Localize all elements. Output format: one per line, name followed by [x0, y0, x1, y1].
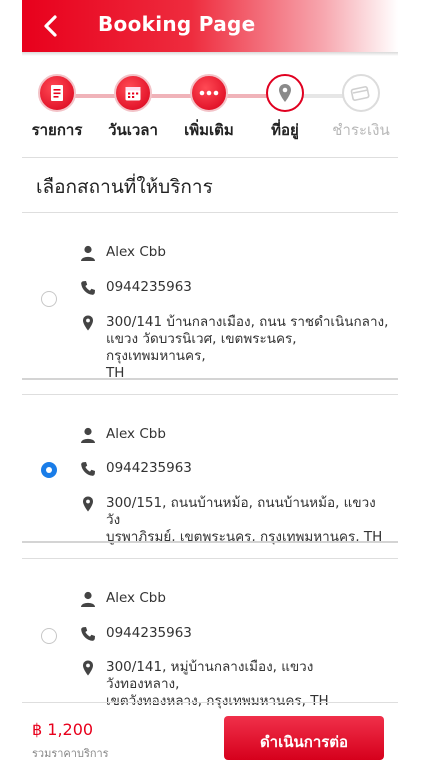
section-title: เลือกสถานที่ให้บริการ: [36, 176, 213, 198]
divider: [22, 394, 398, 395]
person-icon: [81, 591, 95, 607]
contact-name: Alex Cbb: [106, 244, 166, 260]
address-line: แขวง วัดบวรนิเวศ, เขตพระนคร, กรุงเทพมหาน…: [106, 331, 297, 364]
location-pin-icon: [83, 496, 93, 512]
divider: [22, 157, 398, 158]
contact-phone: 0944235963: [106, 625, 192, 641]
bottom-bar: ฿ 1,200 รวมราคาบริการ ดำเนินการต่อ: [22, 708, 398, 760]
more-icon: [190, 74, 228, 112]
contact-phone: 0944235963: [106, 279, 192, 295]
address-line: บูรพาภิรมย์, เขตพระนคร, กรุงเทพมหานคร, T…: [106, 529, 383, 545]
calendar-icon: [114, 74, 152, 112]
address-radio-selected[interactable]: [41, 462, 57, 478]
contact-phone: 0944235963: [106, 460, 192, 476]
card-separator: [22, 378, 398, 380]
location-pin-icon: [266, 74, 304, 112]
step-label: ชำระเงิน: [332, 121, 390, 139]
step-items[interactable]: รายการ: [17, 74, 97, 142]
step-address[interactable]: ที่อยู่: [245, 74, 325, 142]
step-label: ที่อยู่: [271, 121, 299, 139]
contact-name: Alex Cbb: [106, 590, 166, 606]
price-caption: รวมราคาบริการ: [32, 747, 109, 760]
step-label: เพิ่มเติม: [184, 121, 234, 139]
address-text: 300/151, ถนนบ้านหม้อ, ถนนบ้านหม้อ, แขวง …: [106, 495, 390, 546]
step-label: วันเวลา: [108, 121, 158, 139]
divider: [22, 212, 398, 213]
address-card-selected[interactable]: Alex Cbb 0944235963 300/151, ถนนบ้านหม้อ…: [22, 418, 398, 546]
address-card[interactable]: Alex Cbb 0944235963 300/141, หมู่บ้านกลา…: [22, 582, 398, 709]
card-separator: [22, 541, 398, 543]
divider: [22, 702, 398, 703]
address-line: 300/141, หมู่บ้านกลางเมือง, แขวง วังทองห…: [106, 659, 314, 692]
divider: [22, 558, 398, 559]
address-radio[interactable]: [41, 628, 57, 644]
address-radio[interactable]: [41, 291, 57, 307]
phone-icon: [81, 462, 95, 476]
step-datetime[interactable]: วันเวลา: [93, 74, 173, 142]
address-text: 300/141 บ้านกลางเมือง, ถนน ราชดำเนินกลาง…: [106, 314, 390, 382]
phone-icon: [81, 281, 95, 295]
step-payment[interactable]: ชำระเงิน: [321, 74, 401, 142]
location-pin-icon: [83, 315, 93, 331]
address-line: 300/141 บ้านกลางเมือง, ถนน ราชดำเนินกลาง…: [106, 314, 389, 330]
person-icon: [81, 245, 95, 261]
back-arrow-icon[interactable]: [42, 14, 60, 38]
person-icon: [81, 427, 95, 443]
progress-stepper: รายการ วันเวลา เพิ่มเติม ที่อยู่ ชำระเงิ…: [22, 74, 398, 144]
payment-card-icon: [342, 74, 380, 112]
page-title: Booking Page: [98, 12, 256, 36]
document-icon: [38, 74, 76, 112]
step-label: รายการ: [31, 121, 83, 139]
total-price: ฿ 1,200: [32, 720, 94, 739]
address-line: 300/151, ถนนบ้านหม้อ, ถนนบ้านหม้อ, แขวง …: [106, 495, 376, 528]
location-pin-icon: [83, 660, 93, 676]
contact-name: Alex Cbb: [106, 426, 166, 442]
phone-icon: [81, 627, 95, 641]
app-header: Booking Page: [22, 0, 398, 52]
header-shadow: [22, 52, 398, 56]
address-card[interactable]: Alex Cbb 0944235963 300/141 บ้านกลางเมือ…: [22, 236, 398, 381]
step-additional[interactable]: เพิ่มเติม: [169, 74, 249, 142]
continue-button[interactable]: ดำเนินการต่อ: [224, 716, 384, 760]
